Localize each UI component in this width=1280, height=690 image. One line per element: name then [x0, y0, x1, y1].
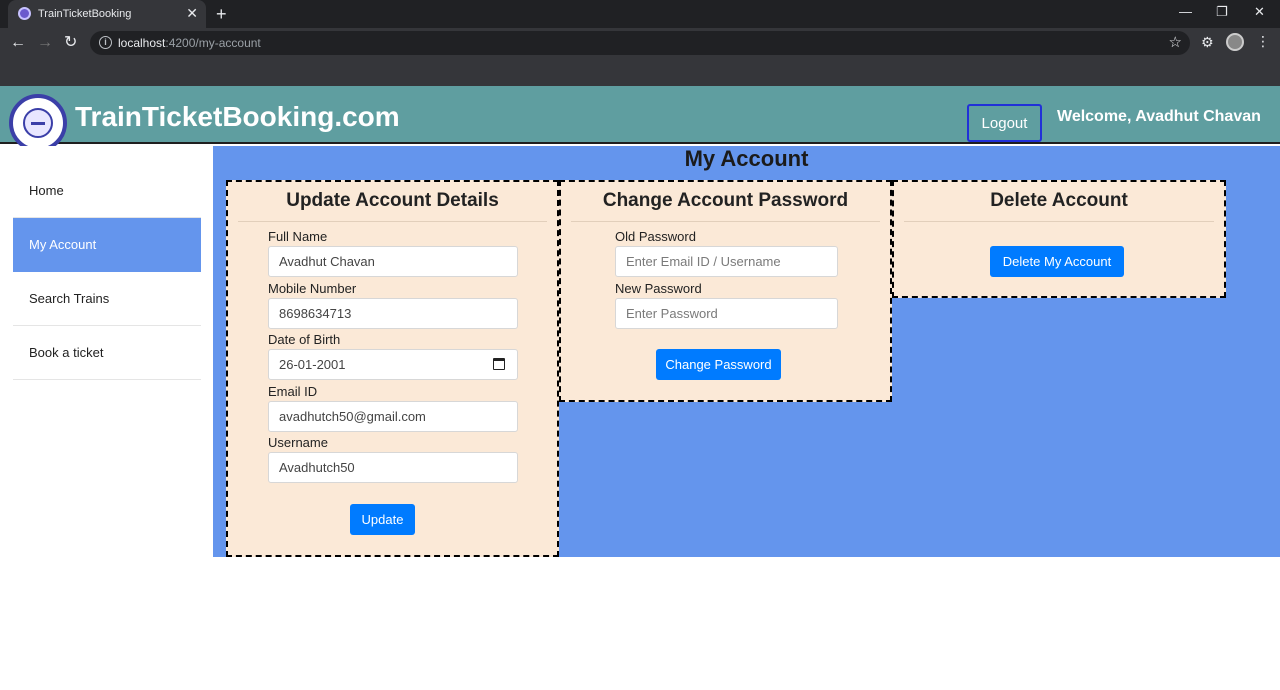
welcome-text: Welcome, Avadhut Chavan	[1057, 108, 1261, 125]
delete-card-title: Delete Account	[904, 190, 1214, 222]
url-host: localhost	[118, 36, 166, 50]
sidebar-item-book-ticket[interactable]: Book a ticket	[13, 326, 201, 380]
indian-railways-logo	[9, 94, 67, 152]
extensions-icon[interactable]: ⚙	[1201, 34, 1214, 51]
bookmarks-bar	[0, 58, 1280, 86]
update-account-card: Update Account Details Full Name Avadhut…	[226, 180, 559, 557]
delete-account-button[interactable]: Delete My Account	[990, 246, 1124, 277]
profile-avatar-icon[interactable]	[1226, 33, 1244, 51]
tab-title: TrainTicketBooking	[38, 8, 132, 20]
logout-button[interactable]: Logout	[967, 104, 1042, 142]
change-password-button[interactable]: Change Password	[656, 349, 781, 380]
update-button[interactable]: Update	[350, 504, 415, 535]
back-arrow-icon[interactable]: ←	[10, 34, 26, 52]
sidebar-item-search-trains[interactable]: Search Trains	[13, 272, 201, 326]
maximize-icon[interactable]: ❐	[1216, 4, 1228, 20]
full-name-input[interactable]: Avadhut Chavan	[268, 246, 518, 277]
calendar-icon[interactable]	[493, 358, 505, 370]
browser-tab[interactable]: TrainTicketBooking ✕	[8, 0, 206, 28]
old-password-label: Old Password	[615, 229, 696, 244]
username-label: Username	[268, 435, 328, 450]
dob-value: 26-01-2001	[279, 357, 346, 372]
sidebar-item-home[interactable]: Home	[13, 164, 201, 218]
address-bar[interactable]: i localhost:4200/my-account ☆	[90, 31, 1190, 55]
email-input[interactable]: avadhutch50@gmail.com	[268, 401, 518, 432]
full-name-label: Full Name	[268, 229, 328, 244]
browser-toolbar: ← → ↻ i localhost:4200/my-account ☆	[0, 28, 1280, 58]
change-password-card: Change Account Password Old Password Ent…	[559, 180, 892, 402]
sidebar-item-my-account[interactable]: My Account	[13, 218, 201, 272]
update-card-title: Update Account Details	[238, 190, 547, 222]
app-header: TrainTicketBooking.com Logout Welcome, A…	[0, 86, 1280, 152]
forward-arrow-icon[interactable]: →	[37, 34, 53, 52]
browser-tabstrip: TrainTicketBooking ✕ + — ❐ ✕	[0, 0, 1280, 28]
url-path: :4200/my-account	[165, 36, 261, 50]
page-title: My Account	[684, 146, 809, 171]
mobile-label: Mobile Number	[268, 281, 357, 296]
logo-train-icon	[31, 122, 45, 125]
favicon-icon	[18, 7, 31, 20]
new-tab-icon[interactable]: +	[216, 4, 227, 24]
username-input[interactable]: Avadhutch50	[268, 452, 518, 483]
password-card-title: Change Account Password	[571, 190, 880, 222]
logo-emblem	[23, 108, 53, 138]
mobile-input[interactable]: 8698634713	[268, 298, 518, 329]
new-password-label: New Password	[615, 281, 702, 296]
old-password-input[interactable]: Enter Email ID / Username	[615, 246, 838, 277]
brand-title[interactable]: TrainTicketBooking.com	[75, 101, 400, 133]
new-password-input[interactable]: Enter Password	[615, 298, 838, 329]
window-close-icon[interactable]: ✕	[1254, 4, 1265, 20]
dob-input[interactable]: 26-01-2001	[268, 349, 518, 380]
dob-label: Date of Birth	[268, 332, 341, 347]
browser-menu-icon[interactable]: ⋮	[1256, 33, 1270, 50]
delete-account-card: Delete Account Delete My Account	[892, 180, 1226, 298]
minimize-icon[interactable]: —	[1179, 4, 1192, 19]
site-info-icon[interactable]: i	[99, 36, 112, 49]
bookmark-star-icon[interactable]: ☆	[1169, 33, 1182, 51]
url-text: localhost:4200/my-account	[118, 36, 261, 50]
email-label: Email ID	[268, 384, 318, 399]
tab-close-icon[interactable]: ✕	[186, 5, 198, 21]
main-content: My Account Update Account Details Full N…	[213, 146, 1280, 557]
reload-icon[interactable]: ↻	[64, 34, 77, 52]
sidebar: Home My Account Search Trains Book a tic…	[0, 146, 213, 557]
